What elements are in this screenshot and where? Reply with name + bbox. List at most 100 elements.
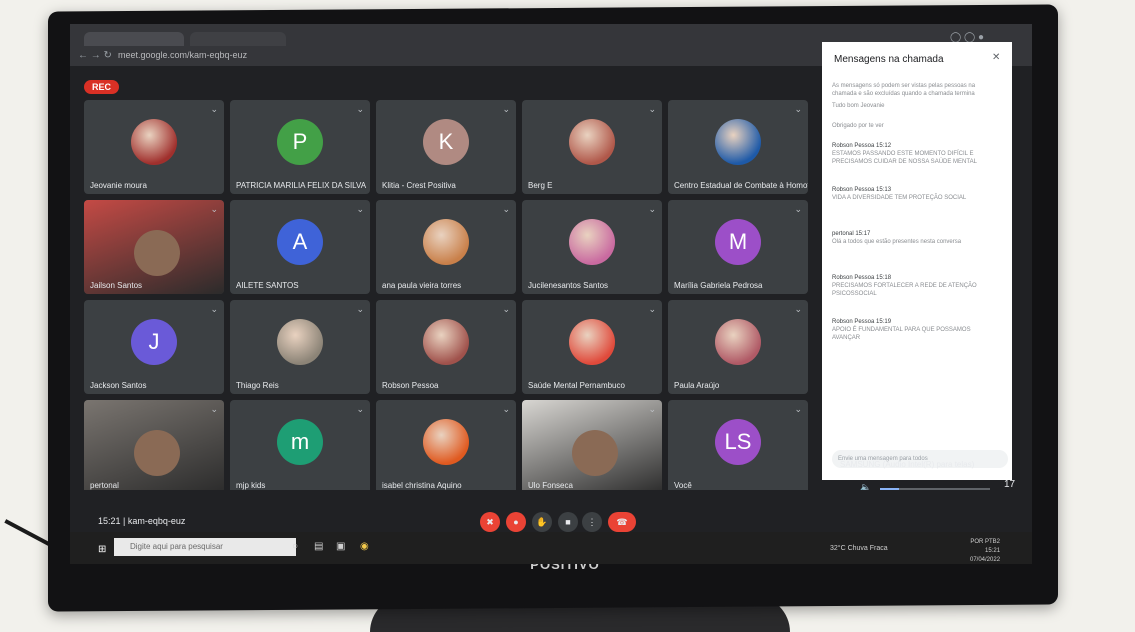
mic-muted-icon: ⌄ [502,404,510,414]
participant-name: ana paula vieira torres [382,281,462,290]
participant-name: Ulo Fonseca [528,481,573,490]
chat-message: Robson Pessoa 15:12 ESTAMOS PASSANDO ESTE… [832,142,1000,166]
avatar-photo [569,219,615,265]
mic-muted-icon: ⌄ [648,104,656,114]
participant-tile[interactable]: ⌄ Jucilenesantos Santos [522,200,662,294]
participant-name: Thiago Reis [236,381,279,390]
task-view-icon[interactable]: ○ [292,541,298,552]
avatar: M [715,219,761,265]
chat-message: As mensagens só podem ser vistas pelas p… [832,82,1000,98]
chat-message-sender: Robson Pessoa 15:13 [832,187,892,193]
mic-muted-icon: ⌄ [794,304,802,314]
participant-tile[interactable]: ⌄ pertonal [84,400,224,494]
participant-tile[interactable]: P ⌄ PATRICIA MARILIA FELIX DA SILVA [230,100,370,194]
mic-muted-icon: ⌄ [648,404,656,414]
meeting-time: 15:21 [98,516,121,526]
mic-muted-icon: ⌄ [356,304,364,314]
participant-name: mjp kids [236,481,266,490]
participant-tile[interactable]: A ⌄ AILETE SANTOS [230,200,370,294]
participant-tile[interactable]: ⌄ Saúde Mental Pernambuco [522,300,662,394]
browser-nav-icons[interactable]: ← → ↻ [78,50,112,61]
widgets-icon[interactable]: ▤ [314,541,323,552]
mic-muted-icon: ⌄ [356,204,364,214]
raise-hand-icon[interactable]: ✋ [532,512,552,532]
mic-muted-icon: ⌄ [794,204,802,214]
avatar-photo [423,219,469,265]
system-clock[interactable]: POR PTB2 15:21 07/04/2022 [970,538,1000,564]
participant-tile[interactable]: m ⌄ mjp kids [230,400,370,494]
mic-off-icon[interactable]: ✖ [480,512,500,532]
leave-call-icon[interactable]: ☎ [608,512,636,532]
present-screen-icon[interactable]: ■ [558,512,578,532]
mic-muted-icon: ⌄ [356,404,364,414]
chat-message-text: Obrigado por te ver [832,123,884,129]
chat-message-text: ESTAMOS PASSANDO ESTE MOMENTO DIFÍCIL E … [832,151,977,165]
participant-tile[interactable]: ⌄ isabel christina Aquino [376,400,516,494]
participant-tile[interactable]: ⌄ Centro Estadual de Combate à Homof... [668,100,808,194]
avatar-photo [715,119,761,165]
mic-muted-icon: ⌄ [210,204,218,214]
chat-message: Robson Pessoa 15:19 APOIO É FUNDAMENTAL P… [832,318,1000,342]
browser-tab-2[interactable] [190,32,286,46]
avatar-photo [715,319,761,365]
participant-tile[interactable]: ⌄ ana paula vieira torres [376,200,516,294]
avatar-photo [423,319,469,365]
participant-tile[interactable]: LS ⌄ Você [668,400,808,494]
participant-tile[interactable]: ⌄ Robson Pessoa [376,300,516,394]
mic-muted-icon: ⌄ [794,404,802,414]
url-bar[interactable]: meet.google.com/kam-eqbq-euz [118,50,278,60]
avatar-photo [569,319,615,365]
browser-tab[interactable] [84,32,184,46]
chat-message-sender: Robson Pessoa 15:12 [832,143,892,149]
avatar: J [131,319,177,365]
participant-name: Paula Araújo [674,381,720,390]
participant-tile[interactable]: M ⌄ Marília Gabriela Pedrosa [668,200,808,294]
participant-name: Jailson Santos [90,281,143,290]
more-options-icon[interactable]: ⋮ [582,512,602,532]
participant-tile[interactable]: J ⌄ Jackson Santos [84,300,224,394]
participant-name: Jeovanie moura [90,181,147,190]
camera-off-icon[interactable]: ● [506,512,526,532]
participant-tile[interactable]: ⌄ Thiago Reis [230,300,370,394]
mic-muted-icon: ⌄ [502,104,510,114]
mic-muted-icon: ⌄ [210,304,218,314]
taskbar-search[interactable]: Digite aqui para pesquisar [114,538,296,556]
weather-widget[interactable]: 32°C Chuva Fraca [830,545,888,552]
participant-face [572,430,618,476]
audio-device-label[interactable]: SAMSUNG (Áudio Intel(R) para telas) [840,460,1026,478]
participant-name: Jackson Santos [90,381,147,390]
mic-muted-icon: ⌄ [502,204,510,214]
chat-message-text: PRECISAMOS FORTALECER A REDE DE ATENÇÃO … [832,283,977,297]
participant-tile[interactable]: ⌄ Berg E [522,100,662,194]
participant-name: Jucilenesantos Santos [528,281,609,290]
mic-muted-icon: ⌄ [210,104,218,114]
participant-name: isabel christina Aquino [382,481,462,490]
participant-name: Saúde Mental Pernambuco [528,381,625,390]
participant-name: AILETE SANTOS [236,281,299,290]
file-explorer-icon[interactable]: ▣ [336,541,345,552]
chrome-icon[interactable]: ◉ [360,541,369,552]
chat-message-text: VIDA A DIVERSIDADE TEM PROTEÇÃO SOCIAL [832,195,967,201]
participant-name: Klitia - Crest Positiva [382,181,456,190]
participant-tile[interactable]: ⌄ Ulo Fonseca [522,400,662,494]
participant-name: Centro Estadual de Combate à Homof... [674,181,808,190]
avatar: A [277,219,323,265]
participant-face [134,430,180,476]
chat-message: Robson Pessoa 15:18 PRECISAMOS FORTALECER… [832,274,1000,298]
avatar: P [277,119,323,165]
participant-tile[interactable]: ⌄ Jeovanie moura [84,100,224,194]
meeting-info: 15:21 | kam-eqbq-euz [98,516,185,526]
avatar: K [423,119,469,165]
close-icon[interactable]: ✕ [992,52,1000,63]
windows-start-icon[interactable]: ⊞ [98,544,106,555]
chat-message-text: APOIO É FUNDAMENTAL PARA QUE POSSAMOS AV… [832,327,971,341]
chat-message: Obrigado por te ver [832,122,1000,130]
participant-tile[interactable]: K ⌄ Klitia - Crest Positiva [376,100,516,194]
mic-muted-icon: ⌄ [794,104,802,114]
participant-tile[interactable]: ⌄ Jailson Santos [84,200,224,294]
mic-muted-icon: ⌄ [210,404,218,414]
mic-muted-icon: ⌄ [648,304,656,314]
mic-muted-icon: ⌄ [356,104,364,114]
participant-name: Berg E [528,181,553,190]
participant-tile[interactable]: ⌄ Paula Araújo [668,300,808,394]
